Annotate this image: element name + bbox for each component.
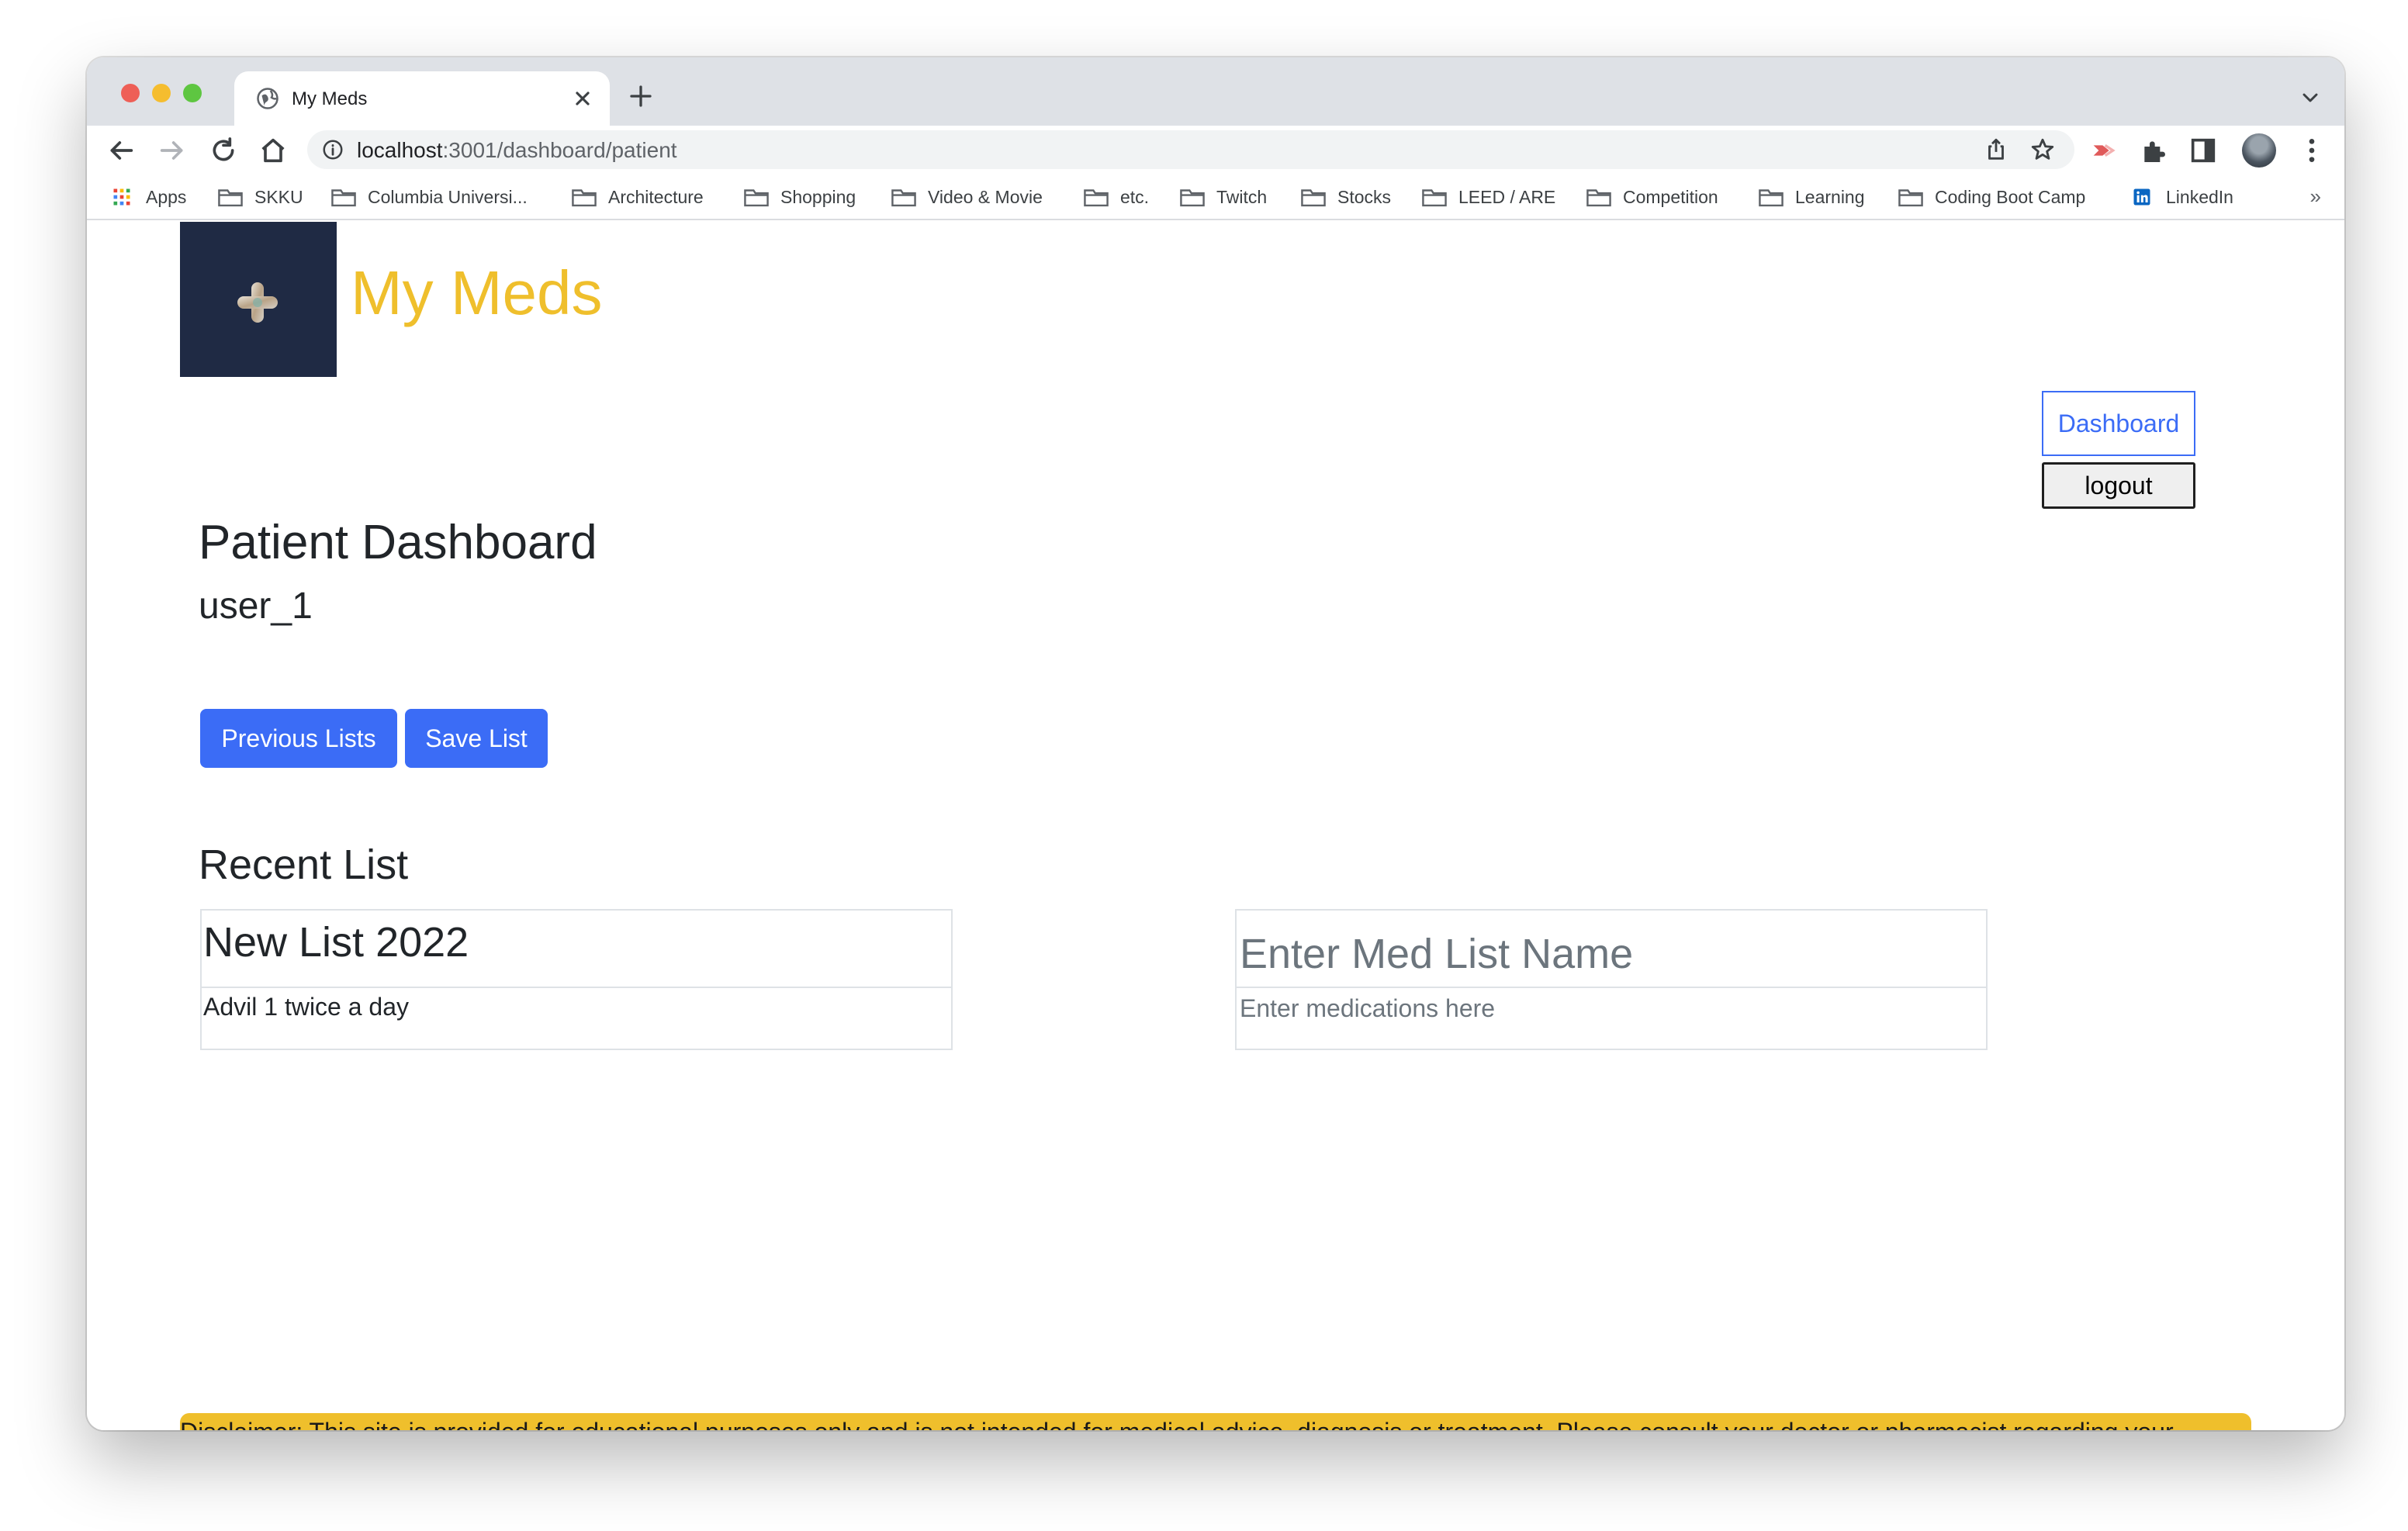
dashboard-nav-link[interactable]: Dashboard xyxy=(2042,391,2195,456)
browser-tab-active[interactable]: My Meds xyxy=(234,71,610,126)
folder-icon xyxy=(331,189,356,207)
zoom-window-button[interactable] xyxy=(183,84,202,102)
folder-icon xyxy=(218,189,243,207)
bookmark-folder-video-movie[interactable]: Video & Movie xyxy=(891,185,1043,209)
recent-list-name: New List 2022 xyxy=(203,919,469,966)
save-list-button[interactable]: Save List xyxy=(405,709,548,768)
new-list-form xyxy=(1235,909,1988,1050)
tab-strip: My Meds xyxy=(87,57,2344,126)
bookmark-label: Shopping xyxy=(780,186,856,207)
folder-icon xyxy=(1586,189,1611,207)
profile-avatar[interactable] xyxy=(2242,133,2276,168)
recent-list-heading: Recent List xyxy=(199,842,409,888)
home-icon[interactable] xyxy=(258,135,289,166)
back-arrow-icon[interactable] xyxy=(106,135,137,166)
app-title[interactable]: My Meds xyxy=(351,257,603,329)
folder-icon xyxy=(572,189,597,207)
close-window-button[interactable] xyxy=(121,84,140,102)
url-text: localhost:3001/dashboard/patient xyxy=(357,138,677,163)
bookmarks-bar: Apps SKKU Columbia Universi... Architect… xyxy=(87,174,2344,220)
folder-icon xyxy=(1301,189,1326,207)
new-tab-icon[interactable] xyxy=(627,82,655,110)
side-panel-icon[interactable] xyxy=(2188,135,2219,166)
bookmark-label: Video & Movie xyxy=(928,186,1043,207)
bookmark-folder-coding-boot-camp[interactable]: Coding Boot Camp xyxy=(1898,185,2085,209)
bookmark-folder-skku[interactable]: SKKU xyxy=(217,185,303,209)
browser-window: My Meds localhost:3001/dashboard/patient… xyxy=(87,57,2344,1430)
bookmark-label: Stocks xyxy=(1337,186,1392,207)
app-logo[interactable] xyxy=(180,222,337,377)
minimize-window-button[interactable] xyxy=(152,84,171,102)
previous-lists-button[interactable]: Previous Lists xyxy=(200,709,397,768)
bookmark-folder-leed-are[interactable]: LEED / ARE xyxy=(1421,185,1555,209)
bookmark-label: Columbia Universi... xyxy=(368,186,528,207)
bookmark-label: Competition xyxy=(1623,186,1718,207)
bookmark-label: Learning xyxy=(1795,186,1865,207)
tab-title: My Meds xyxy=(292,88,368,109)
share-icon[interactable] xyxy=(1983,137,2009,163)
logout-button[interactable]: logout xyxy=(2042,462,2195,509)
bookmark-folder-etc[interactable]: etc. xyxy=(1083,185,1149,209)
recent-list-name-row: New List 2022 xyxy=(202,911,951,988)
recent-list-meds-row: Advil 1 twice a day xyxy=(202,988,951,1050)
forward-arrow-icon[interactable] xyxy=(157,135,188,166)
bookmark-folder-shopping[interactable]: Shopping xyxy=(743,185,856,209)
bookmark-apps[interactable]: Apps xyxy=(109,185,186,209)
medical-cross-icon xyxy=(237,282,278,323)
username-label: user_1 xyxy=(199,586,313,627)
page-title: Patient Dashboard xyxy=(199,516,597,569)
bookmark-linkedin[interactable]: LinkedIn xyxy=(2129,185,2233,209)
browser-toolbar: localhost:3001/dashboard/patient xyxy=(87,126,2344,174)
bookmark-label: Architecture xyxy=(608,186,704,207)
bookmark-label: LinkedIn xyxy=(2166,186,2233,207)
bookmark-star-icon[interactable] xyxy=(2029,137,2056,163)
folder-icon xyxy=(1180,189,1205,207)
linkedin-icon xyxy=(2133,188,2150,206)
extension-cast-icon[interactable] xyxy=(2088,135,2119,166)
bookmark-label: Twitch xyxy=(1216,186,1268,207)
site-info-icon[interactable] xyxy=(321,138,344,161)
extensions-puzzle-icon[interactable] xyxy=(2138,135,2169,166)
chevron-down-icon[interactable] xyxy=(2298,85,2323,110)
address-bar[interactable]: localhost:3001/dashboard/patient xyxy=(307,130,2074,169)
new-list-name-row xyxy=(1237,911,1986,988)
bookmark-folder-architecture[interactable]: Architecture xyxy=(571,185,704,209)
bookmark-label: etc. xyxy=(1120,186,1150,207)
bookmark-label: Apps xyxy=(146,186,187,207)
apps-grid-icon xyxy=(113,188,130,206)
recent-list-medications: Advil 1 twice a day xyxy=(203,993,410,1021)
bookmark-folder-columbia[interactable]: Columbia Universi... xyxy=(330,185,528,209)
medications-input[interactable] xyxy=(1237,988,1986,1050)
globe-icon xyxy=(257,88,279,109)
bookmark-folder-twitch[interactable]: Twitch xyxy=(1179,185,1267,209)
bookmark-folder-stocks[interactable]: Stocks xyxy=(1300,185,1391,209)
url-path: :3001/dashboard/patient xyxy=(442,138,677,162)
kebab-menu-icon[interactable] xyxy=(2296,135,2327,166)
folder-icon xyxy=(1422,189,1447,207)
bookmark-label: LEED / ARE xyxy=(1458,186,1556,207)
folder-icon xyxy=(744,189,769,207)
recent-list-card: New List 2022 Advil 1 twice a day xyxy=(200,909,953,1050)
page-content: My Meds Dashboard logout Patient Dashboa… xyxy=(87,222,2344,1430)
url-host: localhost xyxy=(357,138,443,162)
bookmark-folder-competition[interactable]: Competition xyxy=(1586,185,1718,209)
med-list-name-input[interactable] xyxy=(1237,911,1986,987)
folder-icon xyxy=(1898,189,1923,207)
reload-icon[interactable] xyxy=(208,135,239,166)
close-tab-icon[interactable] xyxy=(569,85,596,112)
folder-icon xyxy=(891,189,916,207)
bookmarks-overflow-button[interactable]: » xyxy=(2310,185,2321,209)
bookmark-label: Coding Boot Camp xyxy=(1935,186,2086,207)
bookmark-folder-learning[interactable]: Learning xyxy=(1758,185,1865,209)
disclaimer-banner: Disclaimer: This site is provided for ed… xyxy=(180,1413,2251,1430)
new-list-meds-row xyxy=(1237,988,1986,1050)
bookmark-label: SKKU xyxy=(254,186,303,207)
folder-icon xyxy=(1084,189,1109,207)
folder-icon xyxy=(1759,189,1784,207)
